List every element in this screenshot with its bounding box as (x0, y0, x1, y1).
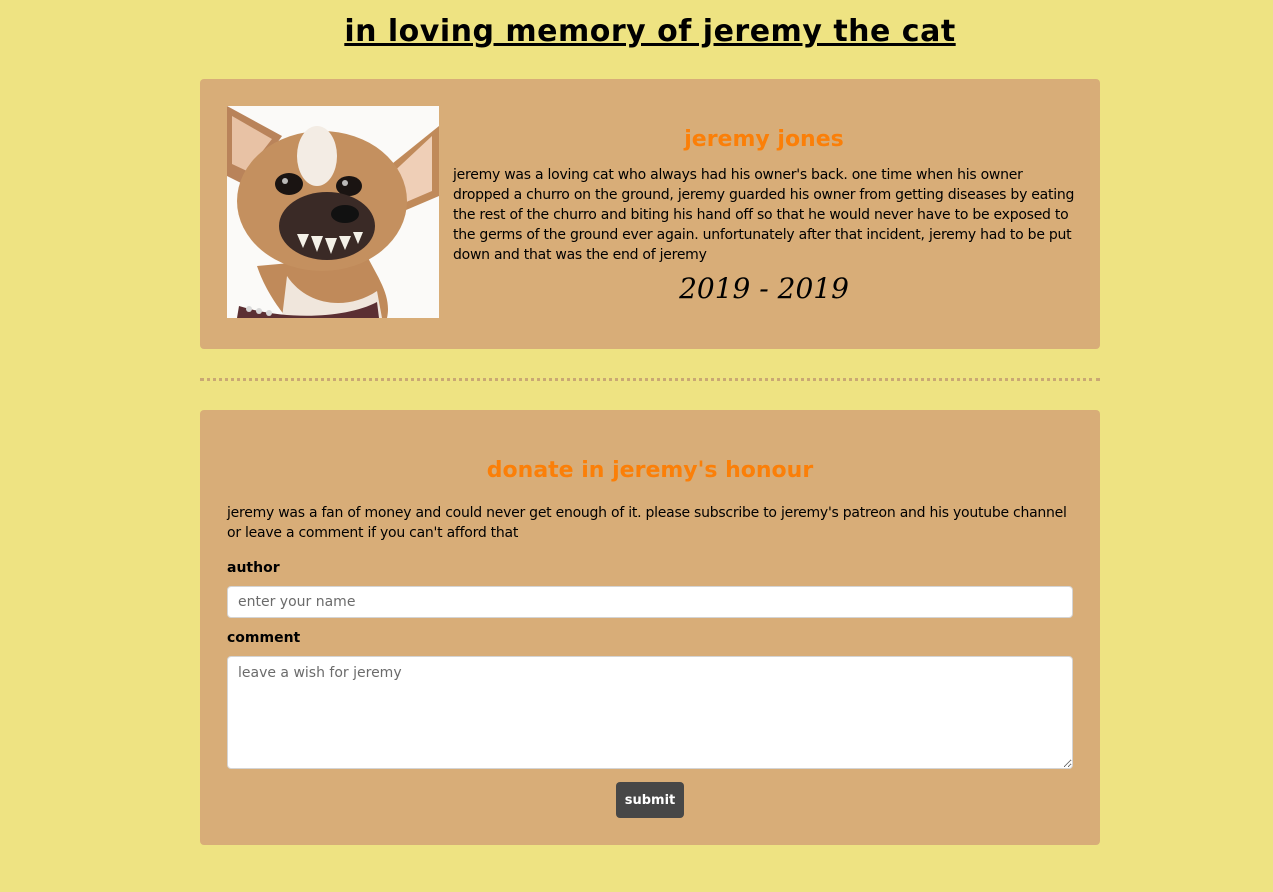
donate-title: donate in jeremy's honour (486, 458, 814, 483)
submit-button[interactable]: submit (616, 782, 684, 818)
pet-photo (227, 106, 439, 318)
life-dates: 2019 - 2019 (679, 272, 849, 305)
page-title: in loving memory of jeremy the cat (344, 14, 956, 49)
comment-textarea[interactable] (227, 656, 1073, 769)
comment-label: comment (227, 630, 301, 646)
author-input[interactable] (227, 586, 1073, 618)
author-label: author (227, 560, 280, 576)
section-divider (200, 378, 1100, 381)
memorial-card: jeremy jones jeremy was a loving cat who… (200, 79, 1100, 349)
pet-bio: jeremy was a loving cat who always had h… (453, 167, 1075, 263)
pet-name: jeremy jones (684, 127, 844, 152)
donate-description: jeremy was a fan of money and could neve… (227, 505, 1067, 541)
donate-card: donate in jeremy's honour jeremy was a f… (200, 410, 1100, 845)
chihuahua-photo-image (227, 106, 439, 318)
memorial-text: jeremy jones jeremy was a loving cat who… (453, 115, 1075, 307)
